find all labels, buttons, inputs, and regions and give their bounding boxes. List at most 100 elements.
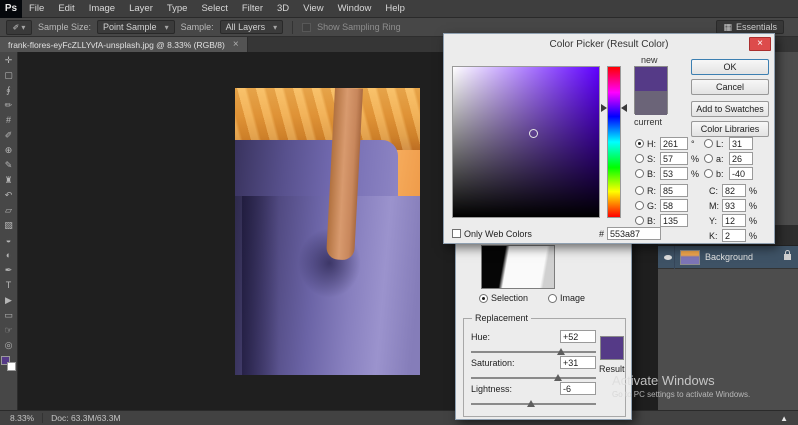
- brush-tool[interactable]: ✎: [0, 158, 18, 173]
- show-sampling-ring-checkbox[interactable]: [302, 22, 312, 32]
- saturation-slider[interactable]: [471, 374, 596, 382]
- r-input[interactable]: [660, 184, 688, 197]
- cancel-button[interactable]: Cancel: [691, 79, 769, 95]
- g-radio[interactable]: [635, 201, 644, 210]
- crop-tool[interactable]: #: [0, 113, 18, 128]
- layer-thumbnail[interactable]: [680, 249, 700, 265]
- menu-image[interactable]: Image: [82, 0, 122, 18]
- menu-view[interactable]: View: [296, 0, 330, 18]
- menu-help[interactable]: Help: [378, 0, 412, 18]
- new-color-label: new: [641, 55, 658, 65]
- spot-healing-tool[interactable]: ⊕: [0, 143, 18, 158]
- color-libraries-button[interactable]: Color Libraries: [691, 121, 769, 137]
- hue-slider-track[interactable]: [471, 351, 596, 353]
- r-radio[interactable]: [635, 186, 644, 195]
- path-selection-tool[interactable]: ▶: [0, 293, 18, 308]
- b3-radio[interactable]: [704, 169, 713, 178]
- foreground-background-swatches[interactable]: [1, 356, 16, 371]
- only-web-colors-checkbox[interactable]: [452, 229, 461, 238]
- saturation-input[interactable]: [560, 356, 596, 369]
- menu-select[interactable]: Select: [194, 0, 234, 18]
- hue-input[interactable]: [560, 330, 596, 343]
- hue-slider-thumb[interactable]: [557, 348, 565, 355]
- r-label: R:: [647, 185, 656, 196]
- hue-marker-left-icon[interactable]: [601, 104, 607, 112]
- selection-radio[interactable]: [479, 293, 488, 303]
- hue-marker-right-icon[interactable]: [621, 104, 627, 112]
- result-color-swatch[interactable]: [600, 336, 624, 360]
- background-color-swatch[interactable]: [7, 362, 16, 371]
- menu-3d[interactable]: 3D: [270, 0, 296, 18]
- s-radio[interactable]: [635, 154, 644, 163]
- add-to-swatches-button[interactable]: Add to Swatches: [691, 101, 769, 117]
- zoom-level[interactable]: 8.33%: [10, 413, 34, 423]
- clone-stamp-tool[interactable]: ♜: [0, 173, 18, 188]
- l-input[interactable]: [729, 137, 753, 150]
- c-input[interactable]: [722, 184, 746, 197]
- tab-close-icon[interactable]: ×: [233, 39, 239, 50]
- lightness-input[interactable]: [560, 382, 596, 395]
- b3-input[interactable]: [729, 167, 753, 180]
- saturation-slider-thumb[interactable]: [554, 374, 562, 381]
- hand-tool[interactable]: ☞: [0, 323, 18, 338]
- sample-size-dropdown[interactable]: Point Sample ▾: [97, 20, 175, 34]
- sample-size-value: Point Sample: [103, 22, 157, 32]
- menu-window[interactable]: Window: [331, 0, 379, 18]
- lightness-slider[interactable]: [471, 400, 596, 408]
- l-radio[interactable]: [704, 139, 713, 148]
- workspace-switcher[interactable]: ▦ Essentials: [716, 20, 784, 34]
- s-input[interactable]: [660, 152, 688, 165]
- menu-edit[interactable]: Edit: [51, 0, 81, 18]
- hue-slider[interactable]: [471, 348, 596, 356]
- sample-dropdown[interactable]: All Layers ▾: [219, 20, 284, 34]
- k-input[interactable]: [722, 229, 746, 242]
- h-input[interactable]: [660, 137, 688, 150]
- eraser-tool[interactable]: ▱: [0, 203, 18, 218]
- tool-preset-button[interactable]: ✐ ▾: [6, 19, 32, 35]
- a-input[interactable]: [729, 152, 753, 165]
- rectangular-marquee-tool[interactable]: ▢: [0, 68, 18, 83]
- saturation-slider-track[interactable]: [471, 377, 596, 379]
- color-field-marker[interactable]: [529, 129, 538, 138]
- hex-input[interactable]: [607, 227, 662, 240]
- status-menu-icon[interactable]: ▲: [780, 414, 788, 423]
- menu-type[interactable]: Type: [160, 0, 195, 18]
- move-tool[interactable]: ✛: [0, 53, 18, 68]
- menu-file[interactable]: File: [22, 0, 51, 18]
- b-radio[interactable]: [635, 169, 644, 178]
- b2-input[interactable]: [660, 214, 688, 227]
- m-input[interactable]: [722, 199, 746, 212]
- gradient-tool[interactable]: ▧: [0, 218, 18, 233]
- rectangle-tool[interactable]: ▭: [0, 308, 18, 323]
- zoom-tool[interactable]: ◎: [0, 338, 18, 353]
- h-radio[interactable]: [635, 139, 644, 148]
- lasso-tool[interactable]: ∮: [0, 83, 18, 98]
- chevron-down-icon: ▾: [164, 22, 169, 32]
- blur-tool[interactable]: ◒: [0, 233, 18, 248]
- y-input[interactable]: [722, 214, 746, 227]
- pen-tool[interactable]: ✒: [0, 263, 18, 278]
- type-tool[interactable]: T: [0, 278, 18, 293]
- layer-visibility-toggle[interactable]: [662, 245, 675, 269]
- image-radio[interactable]: [548, 293, 557, 303]
- history-brush-tool[interactable]: ↶: [0, 188, 18, 203]
- dialog-titlebar[interactable]: Color Picker (Result Color): [444, 34, 774, 54]
- b2-radio[interactable]: [635, 216, 644, 225]
- hue-strip[interactable]: [601, 66, 627, 218]
- b-input[interactable]: [660, 167, 688, 180]
- workspace-grid-icon: ▦: [723, 21, 732, 32]
- lightness-slider-thumb[interactable]: [527, 400, 535, 407]
- g-input[interactable]: [660, 199, 688, 212]
- dodge-tool[interactable]: ◐: [0, 248, 18, 263]
- color-field[interactable]: [452, 66, 600, 218]
- layer-row-background[interactable]: Background: [658, 245, 798, 269]
- a-radio[interactable]: [704, 154, 713, 163]
- eyedropper-tool[interactable]: ✐: [0, 128, 18, 143]
- menu-layer[interactable]: Layer: [122, 0, 160, 18]
- document-tab[interactable]: frank-flores-eyFcZLLYvfA-unsplash.jpg @ …: [0, 37, 248, 52]
- document-image[interactable]: [235, 88, 420, 375]
- close-icon[interactable]: ×: [749, 37, 771, 51]
- menu-filter[interactable]: Filter: [235, 0, 270, 18]
- ok-button[interactable]: OK: [691, 59, 769, 75]
- quick-selection-tool[interactable]: ✏: [0, 98, 18, 113]
